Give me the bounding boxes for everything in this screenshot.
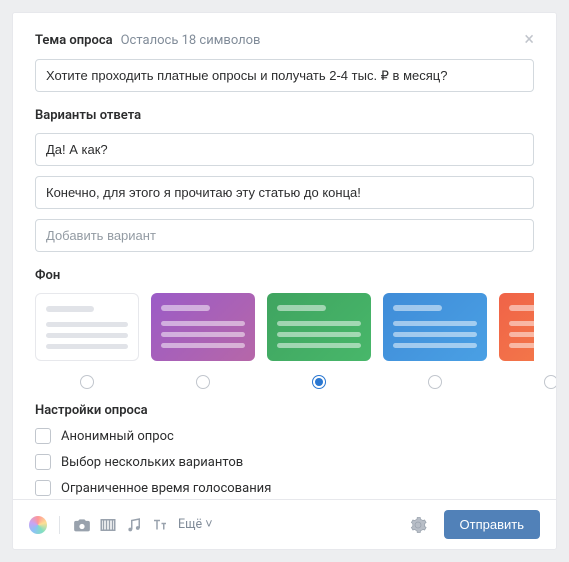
option-input-2[interactable] [35, 176, 534, 209]
bg-thumb-orange[interactable] [499, 293, 534, 361]
checkbox-anonymous[interactable] [35, 428, 51, 444]
topic-label: Тема опроса [35, 33, 113, 48]
bg-radio-white[interactable] [80, 375, 94, 389]
send-button[interactable]: Отправить [444, 510, 540, 539]
more-button[interactable]: Ещё ˅ [178, 517, 213, 532]
checkbox-multiple[interactable] [35, 454, 51, 470]
bg-thumb-white[interactable] [35, 293, 139, 361]
options-label: Варианты ответа [35, 108, 534, 123]
poll-editor-content: Тема опроса Осталось 18 символов × Вариа… [13, 13, 556, 499]
topic-input[interactable] [35, 59, 534, 92]
music-icon[interactable] [124, 515, 144, 535]
bg-radio-orange[interactable] [544, 375, 556, 389]
chevron-down-icon: ˅ [205, 517, 212, 532]
camera-icon[interactable] [72, 515, 92, 535]
palette-icon[interactable] [29, 516, 47, 534]
checkbox-anonymous-label: Анонимный опрос [61, 429, 174, 444]
bg-thumb-blue[interactable] [383, 293, 487, 361]
background-radios [35, 371, 534, 397]
more-label-text: Ещё [178, 517, 202, 532]
checkbox-multiple-label: Выбор нескольких вариантов [61, 455, 243, 470]
checkbox-limited-time-label: Ограниченное время голосования [61, 481, 271, 496]
option-input-1[interactable] [35, 133, 534, 166]
bg-radio-purple[interactable] [196, 375, 210, 389]
bg-radio-green[interactable] [312, 375, 326, 389]
composer-footer: Ещё ˅ Отправить [13, 499, 556, 549]
bg-thumb-purple[interactable] [151, 293, 255, 361]
checkbox-limited-time[interactable] [35, 480, 51, 496]
close-icon[interactable]: × [524, 31, 534, 49]
bg-thumb-green[interactable] [267, 293, 371, 361]
gear-icon[interactable] [408, 515, 428, 535]
topic-remaining: Осталось 18 символов [121, 33, 261, 48]
bg-radio-blue[interactable] [428, 375, 442, 389]
background-label: Фон [35, 268, 534, 283]
divider [59, 516, 60, 534]
video-icon[interactable] [98, 515, 118, 535]
text-formatting-icon[interactable] [150, 515, 170, 535]
settings-label: Настройки опроса [35, 403, 534, 418]
option-add-input[interactable] [35, 219, 534, 252]
background-thumbnails [35, 293, 534, 361]
poll-editor-card: Тема опроса Осталось 18 символов × Вариа… [12, 12, 557, 550]
